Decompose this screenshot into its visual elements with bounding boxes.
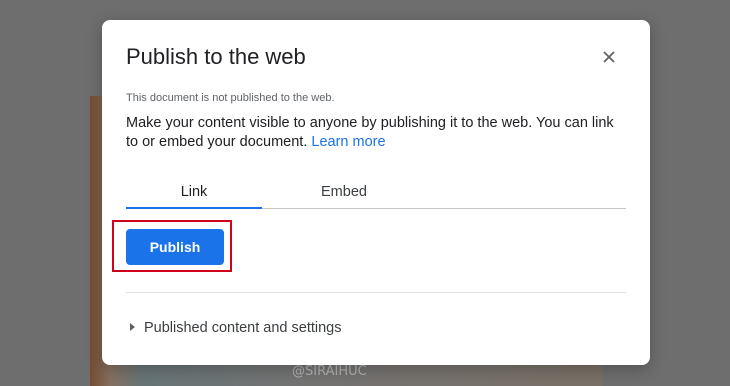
divider (126, 292, 626, 293)
watermark: @SIRAIHUC (292, 364, 367, 379)
tab-link-label: Link (180, 184, 208, 200)
tab-link[interactable]: Link (126, 184, 262, 209)
publish-dialog: Publish to the web This document is not … (102, 20, 650, 365)
dialog-title: Publish to the web (126, 44, 306, 69)
tab-embed[interactable]: Embed (276, 184, 412, 208)
dialog-description: Make your content visible to anyone by p… (126, 114, 626, 152)
published-content-settings-toggle[interactable]: Published content and settings (130, 320, 342, 340)
publish-tabs: Link Embed (126, 182, 626, 209)
close-icon (603, 51, 615, 63)
active-tab-indicator (126, 207, 262, 209)
publish-status-text: This document is not published to the we… (126, 92, 335, 104)
caret-right-icon (130, 323, 135, 331)
settings-label: Published content and settings (144, 320, 342, 336)
learn-more-link[interactable]: Learn more (311, 134, 385, 150)
publish-button[interactable]: Publish (126, 229, 224, 265)
close-button[interactable] (598, 46, 620, 68)
tab-embed-label: Embed (321, 184, 367, 200)
